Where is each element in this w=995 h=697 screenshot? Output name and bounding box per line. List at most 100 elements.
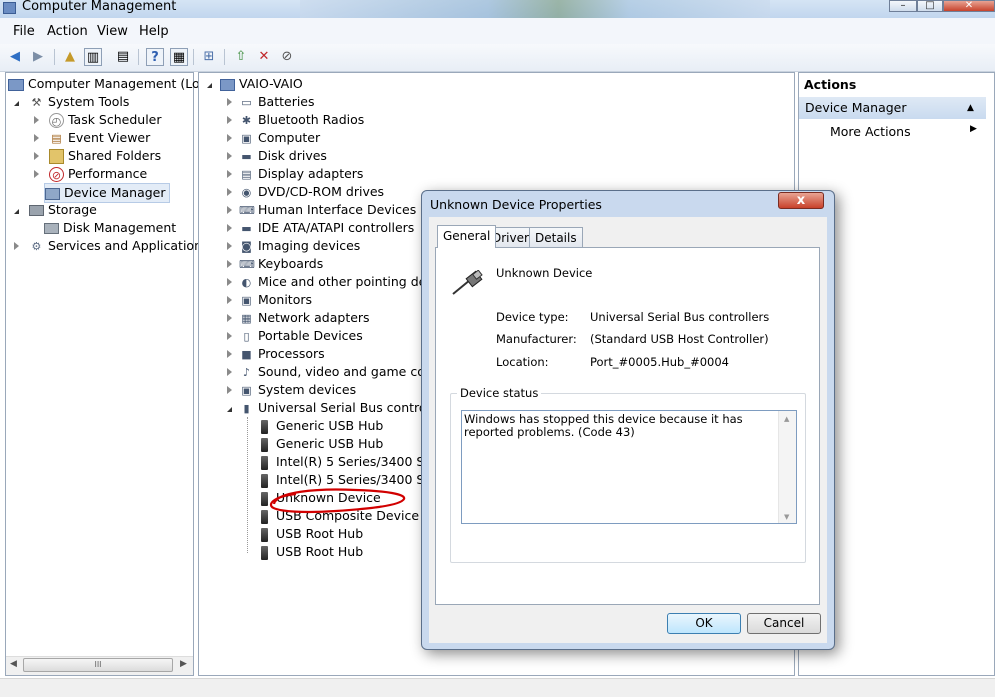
device-category[interactable]: ✱ Bluetooth Radios (227, 111, 364, 129)
usb-device-item[interactable]: Generic USB Hub (261, 417, 383, 435)
more-actions-link[interactable]: More Actions (830, 124, 911, 139)
expand-arrow-icon[interactable] (227, 296, 232, 304)
properties-sheet-icon[interactable]: ▤ (114, 48, 132, 66)
device-category[interactable]: ▦ Network adapters (227, 309, 370, 327)
menu-action[interactable]: Action (47, 24, 88, 39)
tab-details[interactable]: Details (529, 227, 583, 247)
actions-group-device-manager[interactable]: Device Manager ▲ (799, 97, 986, 119)
monitor-icon: ▣ (241, 294, 252, 307)
console-tree-pane: Computer Management (Local ⚒ System Tool… (5, 72, 218, 676)
tree-item-shared-folders[interactable]: Shared Folders (34, 147, 161, 165)
device-category[interactable]: ◉ DVD/CD-ROM drives (227, 183, 384, 201)
help-icon[interactable]: ? (146, 48, 164, 66)
show-action-pane-icon[interactable]: ▦ (170, 48, 188, 66)
device-category[interactable]: ▣ System devices (227, 381, 356, 399)
expand-arrow-icon[interactable] (34, 152, 39, 160)
device-category[interactable]: ▯ Portable Devices (227, 327, 363, 345)
submenu-arrow-icon[interactable]: ▶ (970, 124, 977, 134)
device-category[interactable]: ▬ Disk drives (227, 147, 327, 165)
collapse-up-icon[interactable]: ▲ (967, 97, 974, 119)
system-devices-icon: ▣ (241, 384, 252, 397)
tab-general[interactable]: General (437, 225, 497, 248)
tree-item-disk-management[interactable]: Disk Management (44, 219, 176, 237)
expand-arrow-icon[interactable] (34, 134, 39, 142)
expand-arrow-icon[interactable] (227, 98, 232, 106)
expand-arrow-icon[interactable] (227, 152, 232, 160)
device-category[interactable]: ▤ Display adapters (227, 165, 363, 183)
tree-item-performance[interactable]: ⊘ Performance (34, 165, 147, 183)
menu-help[interactable]: Help (139, 24, 169, 39)
toolbar-separator (224, 49, 225, 65)
expand-arrow-icon[interactable] (227, 260, 232, 268)
scroll-down-icon[interactable]: ▼ (784, 511, 789, 524)
expand-arrow-icon[interactable] (227, 242, 232, 250)
tree-item-system-tools[interactable]: ⚒ System Tools (14, 93, 129, 111)
collapse-arrow-icon[interactable] (227, 407, 232, 412)
expand-arrow-icon[interactable] (227, 368, 232, 376)
device-tree-root[interactable]: VAIO-VAIO (207, 75, 303, 93)
expand-arrow-icon[interactable] (227, 188, 232, 196)
menu-file[interactable]: File (13, 24, 35, 39)
expand-arrow-icon[interactable] (227, 386, 232, 394)
cancel-button[interactable]: Cancel (747, 613, 821, 634)
expand-arrow-icon[interactable] (227, 116, 232, 124)
tree-item-task-scheduler[interactable]: ◴ Task Scheduler (34, 111, 162, 129)
menu-view[interactable]: View (97, 24, 128, 39)
minimize-button[interactable]: – (889, 0, 917, 12)
collapse-arrow-icon[interactable] (207, 83, 212, 88)
device-category[interactable]: ■ Processors (227, 345, 325, 363)
forward-arrow-icon[interactable]: ▶ (29, 48, 47, 66)
device-category[interactable]: ▭ Batteries (227, 93, 315, 111)
usb-device-item[interactable]: USB Root Hub (261, 525, 363, 543)
expand-arrow-icon[interactable] (227, 278, 232, 286)
expand-arrow-icon[interactable] (227, 314, 232, 322)
vertical-scrollbar[interactable]: ▲ ▼ (778, 411, 796, 523)
show-hide-tree-icon[interactable]: ▥ (84, 48, 102, 66)
device-category[interactable]: ⌨ Keyboards (227, 255, 323, 273)
expand-arrow-icon[interactable] (227, 224, 232, 232)
expand-arrow-icon[interactable] (227, 350, 232, 358)
expand-arrow-icon[interactable] (227, 206, 232, 214)
expand-arrow-icon[interactable] (34, 170, 39, 178)
scroll-left-icon[interactable]: ◀ (10, 659, 17, 669)
expand-arrow-icon[interactable] (227, 332, 232, 340)
device-category[interactable]: ▬ IDE ATA/ATAPI controllers (227, 219, 414, 237)
uninstall-device-icon[interactable]: ✕ (255, 48, 273, 66)
device-category[interactable]: ▣ Monitors (227, 291, 312, 309)
tree-item-storage[interactable]: Storage (14, 201, 97, 219)
tree-root[interactable]: Computer Management (Local (8, 75, 218, 93)
update-driver-icon[interactable]: ⇧ (232, 48, 250, 66)
device-category[interactable]: ◙ Imaging devices (227, 237, 360, 255)
usb-device-label: USB Root Hub (275, 544, 364, 559)
device-category[interactable]: ▮ Universal Serial Bus controllers (227, 399, 453, 417)
maximize-button[interactable]: □ (917, 0, 943, 12)
scroll-right-icon[interactable]: ▶ (180, 659, 187, 669)
tree-item-label: Disk Management (62, 220, 177, 235)
device-category[interactable]: ⌨ Human Interface Devices (227, 201, 416, 219)
tree-item-device-manager[interactable]: Device Manager (44, 183, 170, 203)
scan-hardware-icon[interactable]: ⊞ (200, 48, 218, 66)
toolbar-separator (193, 49, 194, 65)
expand-arrow-icon[interactable] (34, 116, 39, 124)
properties-dialog: Unknown Device Properties x General Driv… (421, 190, 835, 650)
device-status-textbox[interactable]: Windows has stopped this device because … (461, 410, 797, 524)
expand-arrow-icon[interactable] (227, 134, 232, 142)
disable-device-icon[interactable]: ⊘ (278, 48, 296, 66)
usb-device-item[interactable]: USB Root Hub (261, 543, 363, 561)
usb-device-item[interactable]: Generic USB Hub (261, 435, 383, 453)
back-arrow-icon[interactable]: ◀ (6, 48, 24, 66)
dialog-close-button[interactable]: x (778, 192, 824, 209)
tree-item-event-viewer[interactable]: ▤ Event Viewer (34, 129, 150, 147)
scroll-thumb[interactable]: III (23, 658, 173, 672)
horizontal-scrollbar[interactable]: ◀ III ▶ (6, 656, 193, 675)
collapse-arrow-icon[interactable] (14, 101, 19, 106)
up-folder-icon[interactable]: ▲ (61, 48, 79, 66)
tree-item-services-applications[interactable]: ⚙ Services and Applications (14, 237, 209, 255)
device-category[interactable]: ▣ Computer (227, 129, 320, 147)
expand-arrow-icon[interactable] (227, 170, 232, 178)
expand-arrow-icon[interactable] (14, 242, 19, 250)
close-window-button[interactable]: ✕ (943, 0, 995, 12)
ok-button[interactable]: OK (667, 613, 741, 634)
scroll-up-icon[interactable]: ▲ (784, 413, 789, 426)
collapse-arrow-icon[interactable] (14, 209, 19, 214)
